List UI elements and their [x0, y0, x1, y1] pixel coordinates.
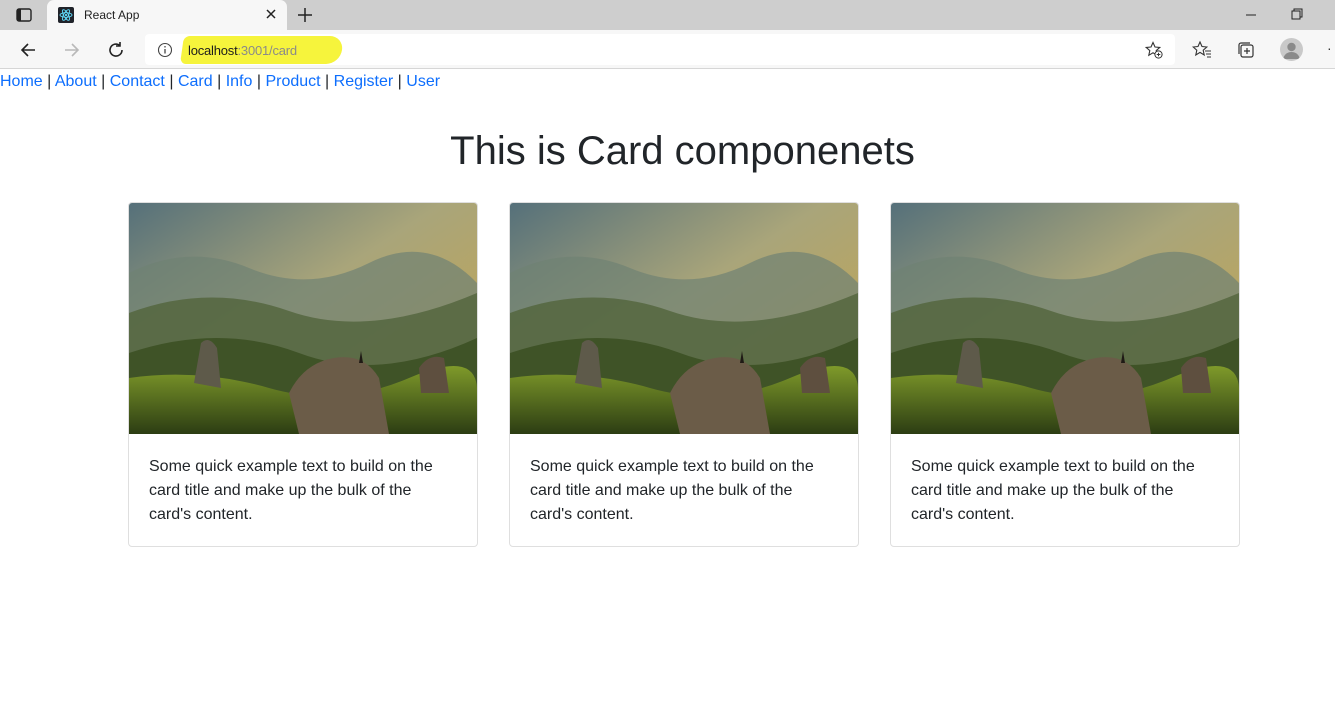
- card-text: Some quick example text to build on the …: [149, 458, 433, 523]
- react-icon: [58, 7, 74, 23]
- reload-icon[interactable]: [105, 39, 127, 61]
- browser-tab-strip: React App: [0, 0, 1335, 30]
- nav-link-user[interactable]: User: [406, 73, 440, 90]
- nav-link-about[interactable]: About: [55, 73, 97, 90]
- nav-separator: |: [325, 73, 330, 90]
- card-text: Some quick example text to build on the …: [530, 458, 814, 523]
- nav-link-product[interactable]: Product: [265, 73, 320, 90]
- nav-link-contact[interactable]: Contact: [110, 73, 165, 90]
- url-host: localhost: [188, 43, 238, 58]
- tab-title: React App: [84, 8, 140, 22]
- nav-link-register[interactable]: Register: [334, 73, 394, 90]
- restore-icon[interactable]: [1290, 7, 1304, 21]
- plus-icon[interactable]: [296, 6, 314, 24]
- forward-arrow-icon[interactable]: [61, 39, 83, 61]
- close-icon[interactable]: [263, 6, 279, 22]
- collections-icon[interactable]: [1236, 40, 1256, 60]
- card: Some quick example text to build on the …: [890, 202, 1240, 547]
- nav-separator: |: [47, 73, 52, 90]
- browser-toolbar: localhost:3001/card ·: [0, 30, 1335, 69]
- address-bar[interactable]: localhost:3001/card: [145, 34, 1175, 65]
- page-title: This is Card componenets: [450, 129, 915, 173]
- url-path: :3001/card: [237, 43, 298, 58]
- nav-separator: |: [397, 73, 402, 90]
- card: Some quick example text to build on the …: [509, 202, 859, 547]
- browser-tab[interactable]: React App: [47, 0, 287, 30]
- card-text: Some quick example text to build on the …: [911, 458, 1195, 523]
- nav-link-info[interactable]: Info: [226, 73, 253, 90]
- star-plus-icon[interactable]: [1144, 41, 1163, 59]
- card-image: [129, 203, 477, 434]
- minimize-icon[interactable]: [1244, 8, 1258, 22]
- top-nav: Home | About | Contact | Card | Info | P…: [0, 73, 440, 91]
- card: Some quick example text to build on the …: [128, 202, 478, 547]
- back-arrow-icon[interactable]: [17, 39, 39, 61]
- favorites-icon[interactable]: [1191, 40, 1212, 60]
- nav-separator: |: [169, 73, 174, 90]
- card-image: [891, 203, 1239, 434]
- nav-separator: |: [217, 73, 222, 90]
- card-image: [510, 203, 858, 434]
- info-icon[interactable]: [157, 42, 173, 58]
- nav-link-card[interactable]: Card: [178, 73, 213, 90]
- nav-separator: |: [256, 73, 261, 90]
- more-icon[interactable]: ·: [1327, 40, 1332, 56]
- tab-actions-icon[interactable]: [10, 6, 38, 24]
- nav-separator: |: [101, 73, 106, 90]
- url-text[interactable]: localhost:3001/card: [188, 43, 297, 58]
- nav-link-home[interactable]: Home: [0, 73, 43, 90]
- card-row: Some quick example text to build on the …: [128, 202, 1240, 547]
- profile-icon[interactable]: [1280, 38, 1303, 61]
